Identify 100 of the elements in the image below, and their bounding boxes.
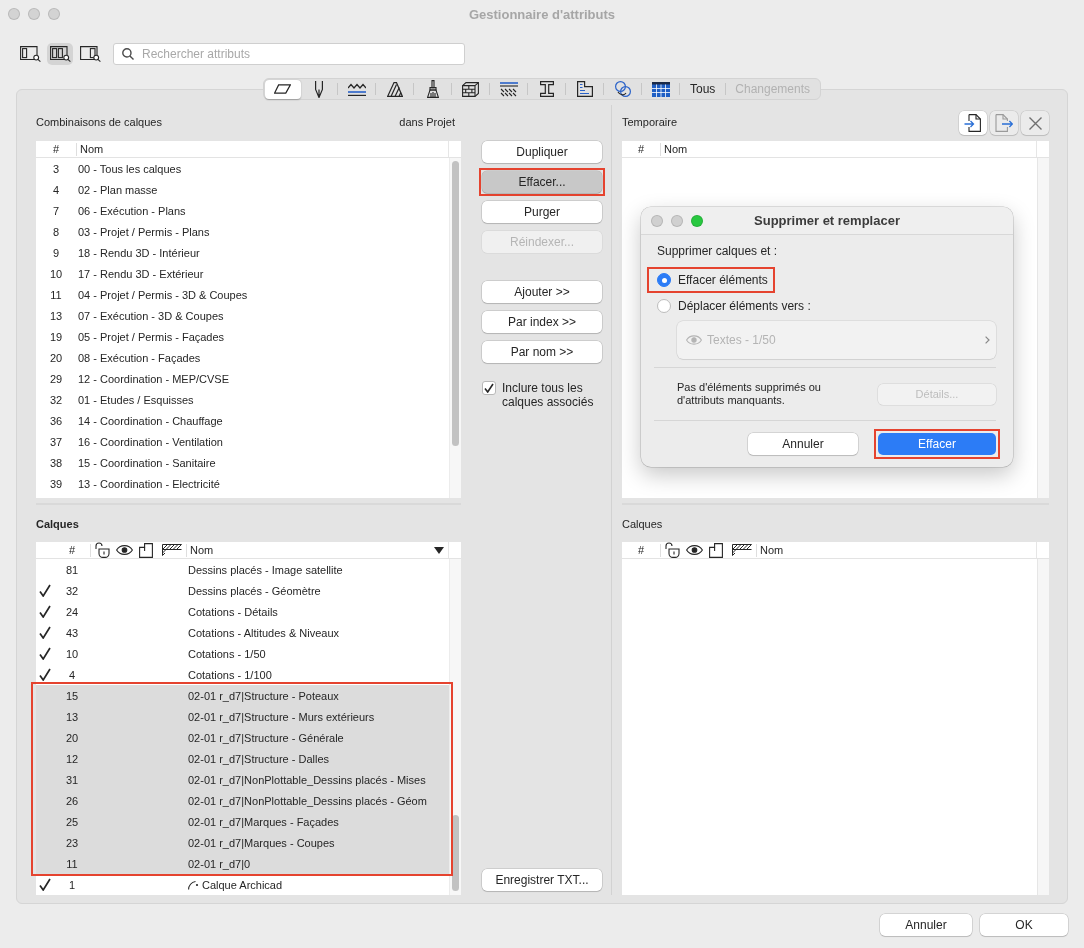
- checkmark-icon[interactable]: [39, 626, 51, 639]
- radio-label[interactable]: Déplacer éléments vers :: [678, 299, 811, 313]
- sort-caret-icon[interactable]: [434, 546, 444, 554]
- cancel-button[interactable]: Annuler: [748, 433, 858, 455]
- search-field[interactable]: Rechercher attributs: [113, 43, 465, 65]
- column-header[interactable]: #: [54, 544, 90, 556]
- window-title: Gestionnaire d'attributs: [468, 6, 616, 22]
- layer-row[interactable]: 12 02-01 r_d7|Structure - Dalles: [36, 748, 449, 769]
- combination-name: 14 - Coordination - Chauffage: [77, 414, 223, 427]
- search-icon: [122, 48, 134, 60]
- checkbox-label[interactable]: Inclure tous les calques associés: [502, 381, 602, 409]
- layer-row[interactable]: 13 02-01 r_d7|Structure - Murs extérieurs: [36, 706, 449, 727]
- checkmark-icon[interactable]: [39, 605, 51, 618]
- wavy-lines-icon: [347, 82, 366, 96]
- layer-row[interactable]: 4 Cotations - 1/100: [36, 664, 449, 685]
- scrollbar-track[interactable]: [1037, 158, 1049, 498]
- scrollbar-track[interactable]: [449, 158, 461, 498]
- layer-name: 02-01 r_d7|Structure - Poteaux: [187, 689, 339, 702]
- radio-button[interactable]: [657, 273, 671, 287]
- layer-row[interactable]: 43 Cotations - Altitudes & Niveaux: [36, 622, 449, 643]
- column-header[interactable]: Nom: [661, 143, 1036, 155]
- column-header[interactable]: #: [36, 143, 76, 155]
- layer-row[interactable]: 15 02-01 r_d7|Structure - Poteaux: [36, 685, 449, 706]
- layer-row[interactable]: 1 Calque Archicad: [36, 874, 449, 895]
- cancel-button[interactable]: Annuler: [880, 914, 972, 936]
- layer-row[interactable]: 20 02-01 r_d7|Structure - Générale: [36, 727, 449, 748]
- export-icon: [995, 114, 1013, 132]
- window-search-icon: [19, 46, 41, 62]
- column-header[interactable]: Nom: [757, 544, 1036, 556]
- layer-row[interactable]: 23 02-01 r_d7|Marques - Coupes: [36, 832, 449, 853]
- brick-block-icon: [462, 81, 480, 97]
- combination-name: 07 - Exécution - 3D & Coupes: [77, 309, 224, 322]
- combination-name: 15 - Coordination - Sanitaire: [77, 456, 216, 469]
- combination-number: 3: [51, 162, 61, 175]
- attribute-tab[interactable]: [264, 79, 301, 99]
- layer-number: 25: [64, 815, 80, 828]
- layer-row[interactable]: 11 02-01 r_d7|0: [36, 853, 449, 874]
- scrollbar-track[interactable]: [1037, 559, 1049, 895]
- layer-name: Cotations - 1/50: [187, 647, 266, 660]
- layer-name: Cotations - Détails: [187, 605, 278, 618]
- section-title: Calques: [622, 518, 663, 530]
- purge-button[interactable]: Purger: [482, 201, 602, 223]
- scrollbar-track[interactable]: [449, 559, 461, 895]
- layer-name: Cotations - Altitudes & Niveaux: [187, 626, 340, 639]
- add-by-index-button[interactable]: Par index >>: [482, 311, 602, 333]
- scrollbar-thumb[interactable]: [452, 161, 459, 446]
- layer-row[interactable]: 24 Cotations - Détails: [36, 601, 449, 622]
- combination-name: 12 - Coordination - MEP/CVSE: [77, 372, 229, 385]
- layer-row[interactable]: 25 02-01 r_d7|Marques - Façades: [36, 811, 449, 832]
- layer-name: 02-01 r_d7|NonPlottable_Dessins placés - Mises: [187, 773, 426, 786]
- checkmark-icon[interactable]: [39, 584, 51, 597]
- hatch-strip-icon: [161, 544, 182, 556]
- add-by-name-button[interactable]: Par nom >>: [482, 341, 602, 363]
- dialog-prompt: Supprimer calques et :: [657, 243, 778, 259]
- combination-name: 13 - Coordination - Electricité: [77, 477, 220, 490]
- save-txt-button[interactable]: Enregistrer TXT...: [482, 869, 602, 891]
- layer-number: 43: [64, 626, 80, 639]
- column-header[interactable]: #: [622, 544, 660, 556]
- layer-name: 02-01 r_d7|Marques - Façades: [187, 815, 339, 828]
- combination-name: 02 - Plan masse: [77, 183, 158, 196]
- scrollbar-thumb[interactable]: [452, 815, 459, 891]
- layer-number: 4: [67, 668, 77, 681]
- import-icon: [964, 114, 982, 132]
- layer-row[interactable]: 32 Dessins placés - Géomètre: [36, 580, 449, 601]
- layer-row[interactable]: 81 Dessins placés - Image satellite: [36, 559, 449, 580]
- view-button[interactable]: [47, 43, 73, 65]
- combination-number: 39: [48, 477, 64, 490]
- column-header[interactable]: Nom: [187, 544, 434, 556]
- combination-number: 29: [48, 372, 64, 385]
- layer-name: 02-01 r_d7|0: [187, 857, 251, 870]
- combination-number: 20: [48, 351, 64, 364]
- add-button[interactable]: Ajouter >>: [482, 281, 602, 303]
- lock-icon: [94, 542, 110, 558]
- layer-number: 81: [64, 563, 80, 576]
- column-header[interactable]: Nom: [77, 143, 448, 155]
- delete-button[interactable]: Effacer: [878, 433, 996, 455]
- arc-icon: [188, 879, 199, 890]
- layer-name: Dessins placés - Image satellite: [187, 563, 343, 576]
- duplicate-button[interactable]: Dupliquer: [482, 141, 602, 163]
- radio-button[interactable]: [657, 299, 671, 313]
- ok-button[interactable]: OK: [980, 914, 1068, 936]
- delete-button[interactable]: Effacer...: [482, 171, 602, 193]
- page-icon: [139, 542, 153, 558]
- section-title: Temporaire: [622, 115, 678, 130]
- column-header[interactable]: #: [622, 143, 660, 155]
- checkbox[interactable]: [482, 381, 496, 395]
- page-icon: [709, 542, 723, 558]
- floor-plan-icon: [576, 81, 593, 97]
- layer-row[interactable]: 31 02-01 r_d7|NonPlottable_Dessins placés - Mises: [36, 769, 449, 790]
- import-button[interactable]: [959, 111, 987, 135]
- checkmark-icon[interactable]: [39, 647, 51, 660]
- combination-number: 10: [48, 267, 64, 280]
- view-button[interactable]: [77, 43, 103, 65]
- layer-row[interactable]: 26 02-01 r_d7|NonPlottable_Dessins placés - Géom: [36, 790, 449, 811]
- checkmark-icon[interactable]: [39, 668, 51, 681]
- attribute-tab[interactable]: Tous: [680, 79, 725, 99]
- checkmark-icon[interactable]: [39, 878, 51, 891]
- view-button[interactable]: [17, 43, 43, 65]
- layer-row[interactable]: 10 Cotations - 1/50: [36, 643, 449, 664]
- radio-label[interactable]: Effacer éléments: [678, 273, 768, 287]
